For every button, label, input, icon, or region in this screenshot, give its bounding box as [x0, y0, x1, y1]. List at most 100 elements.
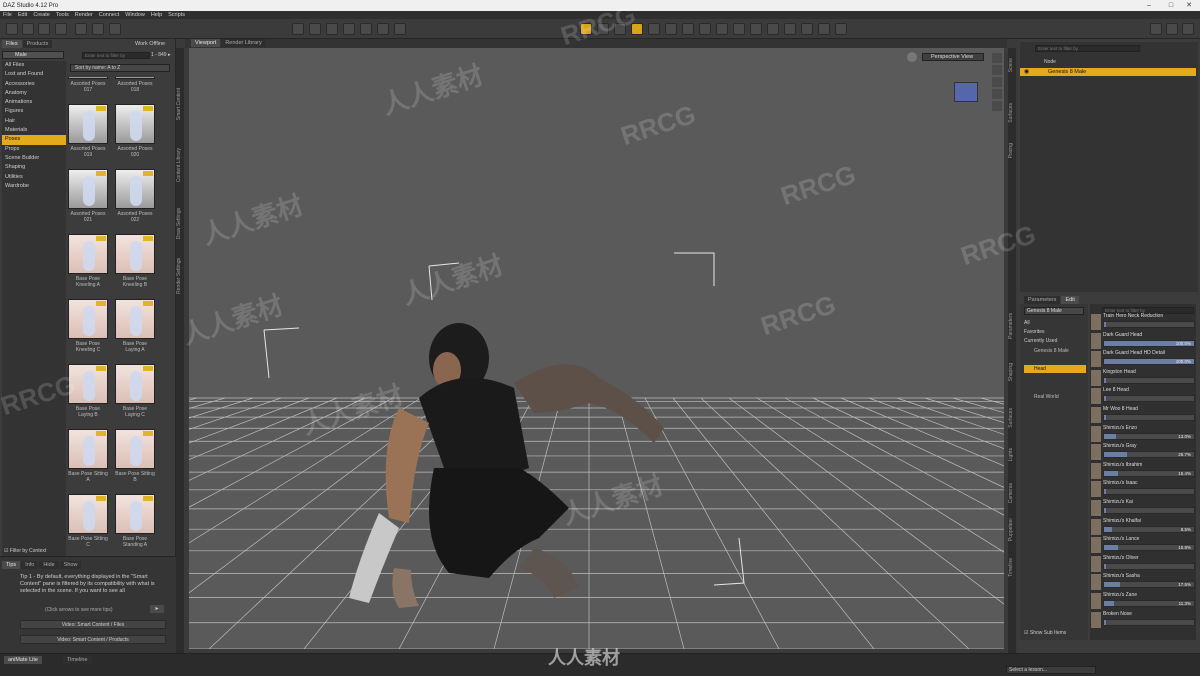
morph-bar[interactable]: 17.5%: [1103, 581, 1195, 589]
active-pose-icon[interactable]: [597, 23, 609, 35]
filter-by-context-checkbox[interactable]: ☑ Filter by Context: [4, 548, 46, 554]
side-tab-scene[interactable]: Scene: [1008, 58, 1014, 72]
node-selection-tool-icon[interactable]: [292, 23, 304, 35]
tree-item-head[interactable]: Head: [1024, 365, 1086, 373]
pose-thumbnail[interactable]: Base Pose Sitting B: [115, 429, 155, 493]
menu-edit[interactable]: Edit: [18, 12, 27, 18]
morph-bar[interactable]: [1103, 395, 1195, 403]
pose-thumbnail[interactable]: Assorted Poses 018: [115, 77, 155, 103]
menu-render[interactable]: Render: [75, 12, 93, 18]
scene-search-input[interactable]: Enter text to filter by: [1035, 45, 1140, 52]
morph-slider[interactable]: Kingston Head: [1091, 369, 1195, 387]
save-icon[interactable]: [55, 23, 67, 35]
pose-thumbnail[interactable]: Base Pose Laying B: [68, 364, 108, 428]
light-icon[interactable]: [733, 23, 745, 35]
undo-icon[interactable]: [75, 23, 87, 35]
pose-thumbnail[interactable]: Assorted Poses 019: [68, 104, 108, 168]
pose-thumbnail[interactable]: Base Pose Laying A: [115, 299, 155, 363]
camera-dropdown[interactable]: Perspective View: [922, 53, 984, 61]
visibility-eye-icon[interactable]: ◉: [1024, 68, 1029, 75]
morph-slider[interactable]: Lee 8 Head: [1091, 387, 1195, 405]
filter-currently-used[interactable]: Currently Used: [1024, 337, 1084, 346]
morph-bar[interactable]: [1103, 562, 1195, 570]
side-tab-shaping[interactable]: Shaping: [1008, 363, 1014, 381]
morph-bar[interactable]: [1103, 376, 1195, 384]
category-item[interactable]: Animations: [2, 98, 66, 107]
side-tab-draw-settings[interactable]: Draw Settings: [176, 208, 182, 239]
render-library-icon[interactable]: [818, 23, 830, 35]
minimize-icon[interactable]: –: [1138, 0, 1160, 11]
render-icon[interactable]: [784, 23, 796, 35]
lesson-select[interactable]: Select a lesson...: [1006, 666, 1096, 674]
tab-info[interactable]: Info: [21, 561, 39, 569]
category-item[interactable]: Anatomy: [2, 89, 66, 98]
refresh-icon[interactable]: [109, 23, 121, 35]
filter-all[interactable]: All: [1024, 319, 1084, 328]
tab-render-library[interactable]: Render Library: [221, 39, 266, 47]
category-item[interactable]: Materials: [2, 126, 66, 135]
sort-dropdown[interactable]: Sort by name: A to Z: [70, 64, 170, 72]
filter-favorites[interactable]: Favorites: [1024, 328, 1084, 337]
side-tab-posing[interactable]: Posing: [1008, 143, 1014, 158]
morph-slider[interactable]: Shimizu's Isaac: [1091, 480, 1195, 498]
help-icon[interactable]: [1182, 23, 1194, 35]
new-scene-icon[interactable]: [6, 23, 18, 35]
morph-slider[interactable]: Shimizu's Oliver: [1091, 555, 1195, 573]
open-file-icon[interactable]: [22, 23, 34, 35]
pose-thumbnail[interactable]: Assorted Poses 020: [115, 104, 155, 168]
category-item[interactable]: Figures: [2, 107, 66, 116]
reset-view-icon[interactable]: [992, 101, 1002, 111]
side-tab-render-settings[interactable]: Render Settings: [176, 258, 182, 294]
morph-slider[interactable]: Shimizu's Ibrahim 15.4%: [1091, 462, 1195, 480]
pose-thumbnail[interactable]: Base Pose Kneeling B: [115, 234, 155, 298]
morph-slider[interactable]: Shimizu's Kai: [1091, 499, 1195, 517]
morph-bar[interactable]: [1103, 618, 1195, 626]
morph-slider[interactable]: Shimizu's Sasha 17.5%: [1091, 573, 1195, 591]
category-item[interactable]: Utilities: [2, 173, 66, 182]
pose-thumbnail[interactable]: Base Pose Standing A: [115, 494, 155, 558]
render-settings-icon[interactable]: [767, 23, 779, 35]
scale-tool-icon[interactable]: [343, 23, 355, 35]
power-pose-icon[interactable]: [614, 23, 626, 35]
next-tip-icon[interactable]: ▸: [150, 605, 164, 613]
tab-timeline[interactable]: Timeline: [62, 656, 92, 664]
redo-icon[interactable]: [92, 23, 104, 35]
video-products-button[interactable]: Video: Smart Content / Products: [20, 635, 166, 644]
tree-item[interactable]: [1024, 384, 1086, 392]
pose-thumbnail[interactable]: Base Pose Kneeling A: [68, 234, 108, 298]
morph-slider[interactable]: Shimizu's Lance 15.8%: [1091, 536, 1195, 554]
menu-scripts[interactable]: Scripts: [168, 12, 185, 18]
merge-file-icon[interactable]: [38, 23, 50, 35]
category-item[interactable]: Scene Builder: [2, 154, 66, 163]
side-tab-surfaces[interactable]: Surfaces: [1008, 103, 1014, 123]
home-icon[interactable]: [1150, 23, 1162, 35]
tab-files[interactable]: Files: [2, 40, 22, 48]
side-tab-content-library[interactable]: Content Library: [176, 148, 182, 182]
side-tab-cameras[interactable]: Cameras: [1008, 483, 1014, 503]
pan-icon[interactable]: [992, 53, 1002, 63]
category-item-selected[interactable]: Poses: [2, 135, 66, 145]
figure-filter-dropdown[interactable]: Male: [2, 51, 64, 59]
camera-snapshot-icon[interactable]: [835, 23, 847, 35]
region-nav-icon[interactable]: [631, 23, 643, 35]
side-tab-surfaces-2[interactable]: Surfaces: [1008, 408, 1014, 428]
spot-render-icon[interactable]: [716, 23, 728, 35]
pose-thumbnail[interactable]: Assorted Poses 017: [68, 77, 108, 103]
category-item[interactable]: Lost and Found: [2, 70, 66, 79]
morph-bar[interactable]: 8.5%: [1103, 525, 1195, 533]
view-cube-icon[interactable]: [954, 82, 978, 102]
morph-bar[interactable]: 25.7%: [1103, 451, 1195, 459]
menu-connect[interactable]: Connect: [99, 12, 120, 18]
menu-file[interactable]: File: [3, 12, 12, 18]
category-item[interactable]: Shaping: [2, 163, 66, 172]
morph-bar[interactable]: [1103, 507, 1195, 514]
morph-slider[interactable]: Dark Guard Head HD Detail 100.0%: [1091, 350, 1195, 368]
morph-bar[interactable]: 11.3%: [1103, 600, 1195, 607]
tab-parameters[interactable]: Parameters: [1024, 296, 1061, 304]
pose-thumbnail[interactable]: Base Pose Kneeling C: [68, 299, 108, 363]
pose-thumbnail[interactable]: Assorted Poses 022: [115, 169, 155, 233]
universal-tool-icon[interactable]: [580, 23, 592, 35]
category-item[interactable]: Wardrobe: [2, 182, 66, 191]
menu-create[interactable]: Create: [33, 12, 50, 18]
tab-tips[interactable]: Tips: [2, 561, 21, 569]
